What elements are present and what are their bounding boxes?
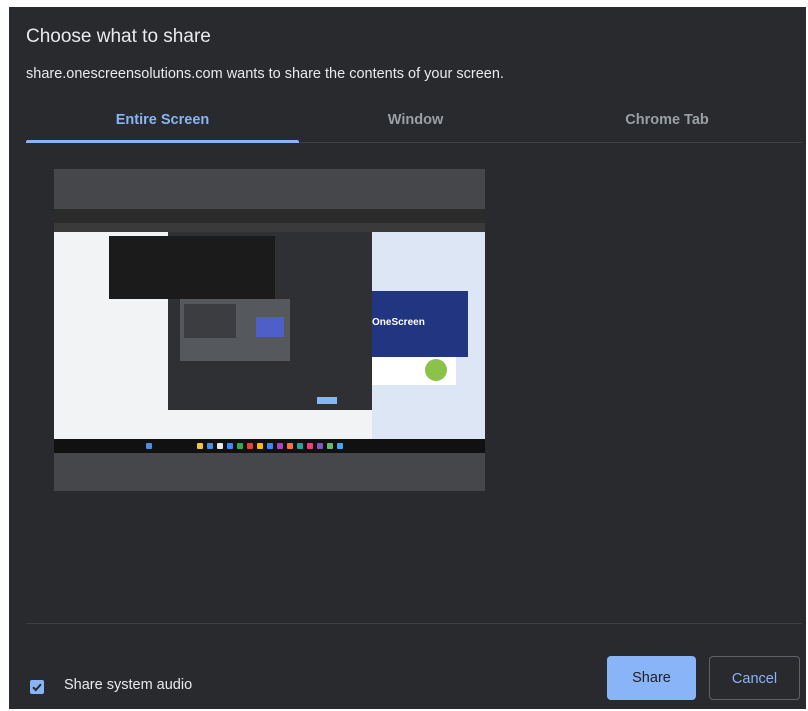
preview-brand-text: OneScreen — [372, 317, 425, 328]
dialog-footer: Share system audio Share Cancel — [9, 624, 806, 709]
preview-taskbar-icon — [327, 443, 333, 449]
preview-taskbar-icon — [287, 443, 293, 449]
preview-browser-tabbar — [54, 209, 485, 223]
preview-taskbar-icon — [217, 443, 223, 449]
preview-taskbar-icon — [307, 443, 313, 449]
share-button[interactable]: Share — [607, 656, 696, 700]
preview-logo — [425, 359, 447, 381]
preview-address-bar — [54, 223, 485, 232]
preview-taskbar-icon — [317, 443, 323, 449]
preview-taskbar-icon — [197, 443, 203, 449]
preview-nested-window — [184, 304, 236, 338]
preview-taskbar-icon — [227, 443, 233, 449]
preview-taskbar-icon — [267, 443, 273, 449]
tab-window[interactable]: Window — [279, 106, 552, 142]
preview-taskbar-icon — [247, 443, 253, 449]
preview-taskbar-icon — [257, 443, 263, 449]
dialog-title: Choose what to share — [26, 26, 211, 47]
tab-chrome-tab-label: Chrome Tab — [625, 112, 709, 128]
share-dialog: Choose what to share share.onescreensolu… — [9, 7, 806, 709]
preview-share-button — [317, 397, 337, 404]
screen-preview-image: OneScreen — [54, 209, 485, 453]
preview-taskbar-icon — [277, 443, 283, 449]
share-audio-label: Share system audio — [64, 677, 193, 693]
source-list: OneScreen — [26, 143, 802, 624]
share-audio-checkbox[interactable] — [30, 680, 44, 694]
dialog-subtitle: share.onescreensolutions.com wants to sh… — [26, 66, 504, 82]
check-icon — [32, 683, 42, 692]
preview-popup — [109, 236, 275, 299]
tab-chrome-tab[interactable]: Chrome Tab — [532, 106, 802, 142]
preview-taskbar-icon — [337, 443, 343, 449]
screen-thumbnail[interactable]: OneScreen — [54, 169, 485, 491]
preview-taskbar-icon — [297, 443, 303, 449]
preview-taskbar-icon — [146, 443, 152, 449]
tab-entire-screen-label: Entire Screen — [115, 112, 210, 128]
tab-bar: Entire Screen Window Chrome Tab — [26, 106, 802, 143]
preview-taskbar-icon — [237, 443, 243, 449]
cancel-button[interactable]: Cancel — [709, 656, 800, 700]
preview-taskbar-icon — [207, 443, 213, 449]
tab-window-label: Window — [387, 112, 444, 128]
tab-entire-screen[interactable]: Entire Screen — [26, 106, 299, 143]
preview-nested-panel — [256, 317, 284, 337]
